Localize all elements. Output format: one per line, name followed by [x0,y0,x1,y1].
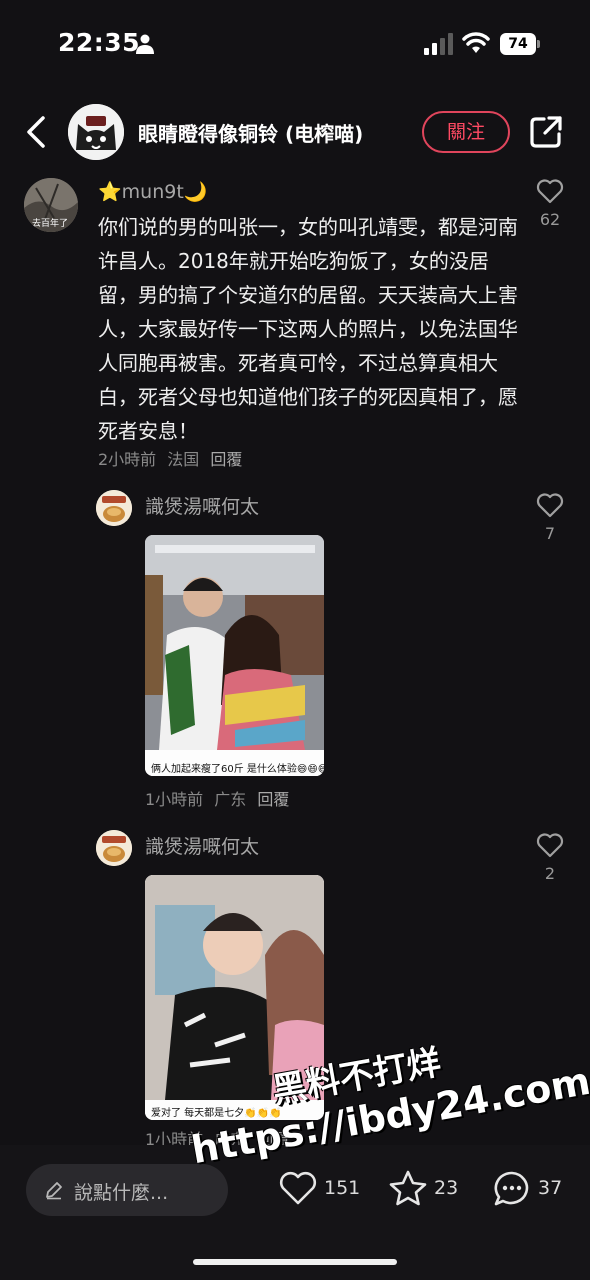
commenter-avatar[interactable]: 去百年了 [24,178,78,232]
favorite-count: 23 [434,1177,459,1199]
battery-level: 74 [500,33,536,55]
follow-button[interactable]: 關注 [422,111,510,153]
replier-avatar[interactable] [96,490,132,526]
back-arrow-icon[interactable] [18,112,58,152]
heart-icon [279,1171,317,1205]
reply-link[interactable]: 回覆 [257,790,289,809]
post-like-count: 151 [324,1177,361,1199]
bottom-action-bar: 說點什麼... 151 23 37 [0,1145,590,1280]
status-bar: 22:35 74 [0,0,590,90]
like-count: 2 [544,864,556,883]
comment-location: 法国 [167,450,200,469]
speech-bubble-icon [494,1171,529,1206]
comment-input-placeholder: 說點什麼... [74,1182,169,1204]
author-avatar[interactable] [68,104,124,160]
pencil-icon [46,1182,62,1200]
reply-like-button[interactable]: 7 [530,492,570,543]
couple-photo [145,875,324,1120]
reply-meta: 1小時前 广东 回覆 [145,786,289,810]
comment-time: 2小時前 [98,450,157,469]
star-icon [389,1170,427,1206]
comment-count: 37 [538,1177,563,1199]
reply-image[interactable]: 爱对了 每天都是七夕👏👏👏 [145,875,324,1120]
heart-icon [536,179,564,204]
cat-avatar-icon [68,104,124,160]
reply-time: 1小時前 [145,790,204,809]
comment-meta: 2小時前 法国 回覆 [98,446,242,470]
wifi-icon [462,32,490,53]
replier-username[interactable]: 識煲湯嘅何太 [145,832,259,859]
comment-input[interactable]: 說點什麼... [26,1164,228,1216]
person-icon [136,34,154,54]
reply-location: 广东 [214,790,247,809]
author-name[interactable]: 眼睛瞪得像铜铃 (电榨喵) [138,118,363,147]
reply-like-button[interactable]: 2 [530,832,570,883]
home-indicator [193,1259,397,1265]
like-post-button[interactable]: 151 [278,1169,362,1209]
selfie-photo [145,535,324,776]
heart-icon [536,493,564,518]
comment-text: 你们说的男的叫张一，女的叫孔靖雯，都是河南许昌人。2018年就开始吃狗饭了，女的… [98,215,518,443]
reply-image[interactable]: 俩人加起来瘦了60斤 是什么体验😄😄😄 [145,535,324,776]
heart-icon [536,833,564,858]
avatar-caption: 去百年了 [32,219,69,229]
replier-username[interactable]: 識煲湯嘅何太 [145,492,259,519]
cellular-signal-icon [424,33,453,55]
favorite-button[interactable]: 23 [388,1169,464,1209]
comments-button[interactable]: 37 [492,1169,568,1209]
replier-avatar[interactable] [96,830,132,866]
reply-link[interactable]: 回覆 [210,450,242,469]
status-time: 22:35 [58,28,141,57]
battery-icon: 74 [500,33,540,55]
share-icon[interactable] [528,114,564,150]
commenter-username[interactable]: ⭐mun9t🌙 [98,180,207,203]
header: 眼睛瞪得像铜铃 (电榨喵) 關注 [0,100,590,166]
like-count: 7 [544,524,556,543]
image-caption: 爱对了 每天都是七夕👏👏👏 [151,1108,282,1119]
image-caption: 俩人加起来瘦了60斤 是什么体验😄😄😄 [151,764,324,775]
comment-like-button[interactable]: 62 [530,178,570,229]
like-count: 62 [539,210,561,229]
